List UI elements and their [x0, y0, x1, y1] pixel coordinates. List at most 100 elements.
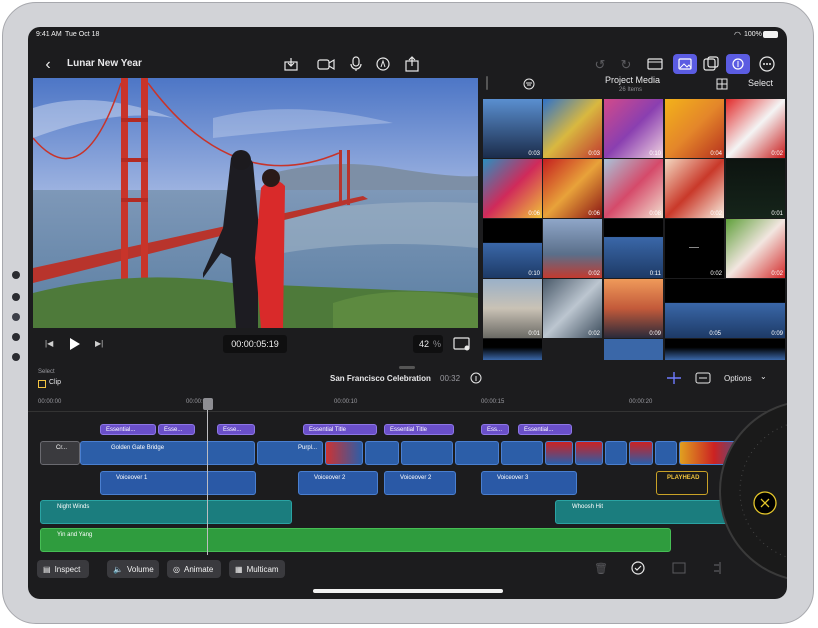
title-clip[interactable]: Essential...	[518, 424, 572, 435]
microphone-icon[interactable]	[350, 56, 362, 72]
video-clip[interactable]: Purpl...	[257, 441, 323, 465]
playhead-handle[interactable]	[203, 398, 213, 410]
audio-clip[interactable]: Night Winds	[40, 500, 292, 524]
media-thumbnail[interactable]: 0:06	[483, 159, 542, 218]
viewer-display-icon[interactable]	[453, 337, 471, 351]
multicam-button[interactable]: ▦ Multicam	[229, 560, 285, 578]
title-clip[interactable]: Esse...	[158, 424, 195, 435]
media-thumbnail[interactable]	[604, 339, 663, 360]
detach-icon[interactable]	[672, 562, 686, 574]
options-button[interactable]: Options	[724, 374, 752, 383]
zoom-control[interactable]: 42 %	[413, 335, 443, 353]
video-clip[interactable]	[655, 441, 677, 465]
media-thumbnail[interactable]: 0:02	[543, 219, 602, 278]
media-thumbnail[interactable]: 0:05 0:09	[665, 279, 785, 338]
browser-drag-handle[interactable]	[486, 76, 488, 90]
media-thumbnail[interactable]: 0:11	[604, 219, 663, 278]
voiceover-clip[interactable]: Voiceover 3	[481, 471, 577, 495]
side-dot	[12, 353, 20, 361]
skip-forward-icon[interactable]: ▶|	[95, 339, 103, 348]
video-clip[interactable]	[455, 441, 499, 465]
timeline-view-icon[interactable]	[695, 371, 711, 385]
wifi-icon: ◠	[734, 30, 741, 39]
home-indicator	[313, 589, 503, 593]
skip-back-icon[interactable]: |◀	[45, 339, 53, 348]
media-thumbnail[interactable]: 0:02	[726, 219, 785, 278]
play-icon[interactable]	[69, 337, 81, 351]
video-clip[interactable]: Cr...	[40, 441, 80, 465]
media-thumbnail[interactable]: 0:01	[483, 279, 542, 338]
media-thumbnail[interactable]: 0:08	[604, 159, 663, 218]
playhead-marker-label: PLAYHEAD	[667, 475, 700, 481]
media-thumbnail[interactable]: 0:02	[665, 159, 724, 218]
thumbnail-duration: 0:03	[528, 151, 540, 157]
jog-wheel[interactable]	[710, 399, 787, 579]
media-thumbnail[interactable]: 0:02	[543, 279, 602, 338]
video-clip[interactable]	[605, 441, 627, 465]
title-clip[interactable]: Essential Title	[384, 424, 454, 435]
voiceover-clip[interactable]: Voiceover 2	[384, 471, 456, 495]
clip-mode-selector[interactable]: Clip	[49, 379, 61, 386]
select-button[interactable]: Select	[748, 78, 773, 88]
bottom-toolbar: ▤ Inspect 🔈 Volume ◎ Animate ▦ Multicam 🗑	[28, 555, 787, 599]
zoom-value: 42	[419, 339, 430, 349]
video-clip[interactable]	[575, 441, 603, 465]
timecode-display[interactable]: 00:00:05:19	[223, 335, 287, 353]
volume-button[interactable]: 🔈 Volume	[107, 560, 159, 578]
thumbnail-duration: 0:05	[709, 331, 721, 337]
media-thumbnail[interactable]: 0:03	[543, 99, 602, 158]
video-clip[interactable]	[501, 441, 543, 465]
media-thumbnail[interactable]: 0:03	[483, 99, 542, 158]
side-dot	[12, 333, 20, 341]
video-clip[interactable]	[545, 441, 573, 465]
trash-icon[interactable]: 🗑	[594, 562, 608, 575]
thumbnail-duration: 0:02	[771, 271, 783, 277]
volume-label: Volume	[126, 564, 154, 574]
pen-icon[interactable]	[376, 57, 390, 71]
voiceover-clip[interactable]: Voiceover 1	[100, 471, 256, 495]
inspect-icon: ▤	[43, 564, 51, 574]
animate-button[interactable]: ◎ Animate	[167, 560, 221, 578]
viewer-layout-icon[interactable]	[647, 57, 663, 71]
title-clip[interactable]: Essential...	[100, 424, 156, 435]
media-thumbnail[interactable]: 0:06	[543, 159, 602, 218]
media-thumbnail[interactable]: 0:10	[483, 219, 542, 278]
media-thumbnail[interactable]: 0:09	[604, 279, 663, 338]
timeline-resize-handle[interactable]	[399, 366, 415, 369]
side-dot	[12, 271, 20, 279]
media-thumbnail[interactable]	[665, 339, 785, 360]
media-thumbnail[interactable]: 0:02	[665, 219, 724, 278]
grid-view-icon[interactable]	[716, 78, 728, 90]
inspect-button[interactable]: ▤ Inspect	[37, 560, 89, 578]
media-thumbnail[interactable]: 0:10	[604, 99, 663, 158]
video-clip[interactable]: Golden Gate Bridge	[80, 441, 255, 465]
video-viewer[interactable]	[33, 78, 478, 328]
video-clip[interactable]	[629, 441, 653, 465]
video-clip[interactable]	[325, 441, 363, 465]
title-clip[interactable]: Ess...	[481, 424, 509, 435]
share-icon[interactable]	[405, 56, 419, 72]
split-icon[interactable]	[713, 561, 727, 575]
filter-icon[interactable]	[523, 78, 535, 90]
camera-icon[interactable]	[317, 57, 335, 71]
battery-percent: 100%	[744, 31, 762, 38]
title-clip[interactable]: Esse...	[217, 424, 255, 435]
import-icon[interactable]	[284, 57, 298, 71]
media-thumbnail[interactable]: 0:01	[726, 159, 785, 218]
timeline-ruler[interactable]: 00:00:00 00:00:05 00:00:10 00:00:15 00:0…	[28, 394, 787, 414]
back-chevron-icon[interactable]: ‹	[40, 56, 56, 73]
audio-clip[interactable]: Yin and Yang	[40, 528, 671, 552]
checkmark-icon[interactable]	[631, 561, 645, 575]
media-thumbnail[interactable]	[483, 339, 542, 360]
video-clip[interactable]	[365, 441, 399, 465]
voiceover-clip[interactable]: Voiceover 2	[298, 471, 378, 495]
info-icon[interactable]	[470, 372, 482, 384]
title-clip[interactable]: Essential Title	[303, 424, 377, 435]
video-clip[interactable]	[401, 441, 453, 465]
playhead-marker-clip[interactable]: PLAYHEAD	[656, 471, 708, 495]
snapping-icon[interactable]	[665, 371, 683, 385]
audio-line	[689, 247, 699, 248]
media-thumbnail[interactable]: 0:02	[726, 99, 785, 158]
media-thumbnail[interactable]: 0:04	[665, 99, 724, 158]
clip-label: Golden Gate Bridge	[111, 445, 165, 451]
